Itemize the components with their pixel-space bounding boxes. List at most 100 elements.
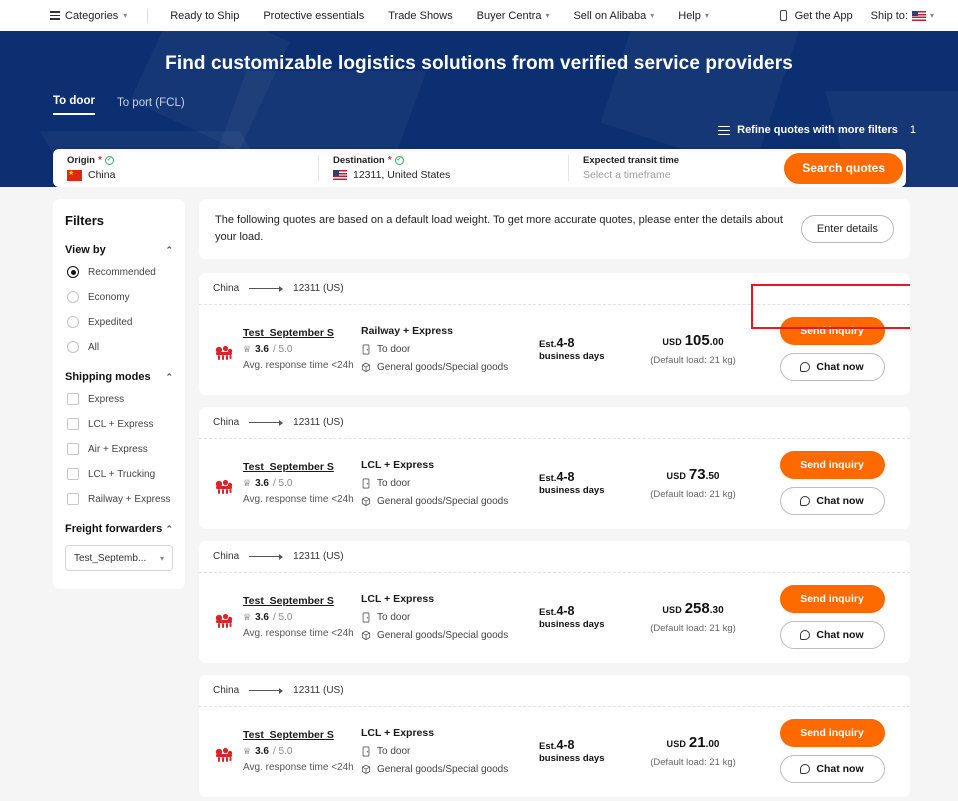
nav-item-trade-shows[interactable]: Trade Shows	[376, 10, 464, 22]
supplier-name-link[interactable]: Test_September S	[243, 327, 354, 339]
get-the-app-button[interactable]: Get the App	[779, 10, 853, 22]
ship-to-selector[interactable]: Ship to: ▾	[871, 10, 934, 22]
filter-option-air-express[interactable]: Air + Express	[67, 443, 173, 455]
send-inquiry-button[interactable]: Send inquiry	[779, 585, 885, 614]
nav-item-protective-essentials[interactable]: Protective essentials	[251, 10, 376, 22]
delivery-type-label: To door	[377, 612, 411, 624]
filter-option-lcl-express[interactable]: LCL + Express	[67, 418, 173, 430]
chat-now-button[interactable]: Chat now	[779, 487, 885, 516]
chat-now-button[interactable]: Chat now	[779, 621, 885, 650]
refine-quotes-button[interactable]: Refine quotes with more filters 1	[718, 123, 916, 138]
us-flag-icon	[333, 170, 347, 180]
quote-search-bar: Origin * ✓ China Destination * ✓ 12311, …	[53, 149, 906, 187]
send-inquiry-button[interactable]: Send inquiry	[779, 719, 885, 748]
tab-label: To port (FCL)	[116, 97, 185, 109]
tab-to-port-fcl[interactable]: To port (FCL)	[117, 97, 185, 115]
checkbox-icon	[67, 493, 79, 505]
chat-now-button[interactable]: Chat now	[779, 353, 885, 382]
destination-field[interactable]: Destination * ✓ 12311, United States	[318, 155, 568, 181]
transit-days: 4-8	[556, 470, 575, 485]
supplier-name-link[interactable]: Test_September S	[243, 595, 354, 607]
actions-column: Send inquiry Chat now	[768, 585, 896, 650]
chat-now-button[interactable]: Chat now	[779, 755, 885, 784]
rating-max: / 5.0	[272, 746, 293, 758]
filters-sidebar: Filters View by ⌃ Recommended Economy Ex…	[53, 199, 185, 589]
supplier-name-link[interactable]: Test_September S	[243, 461, 354, 473]
filter-option-recommended[interactable]: Recommended	[67, 266, 173, 278]
filter-sliders-icon	[718, 123, 731, 138]
delivery-type-label: To door	[377, 746, 411, 758]
send-inquiry-button[interactable]: Send inquiry	[779, 451, 885, 480]
filter-option-expedited[interactable]: Expedited	[67, 316, 173, 328]
nav-item-sell-on-alibaba[interactable]: Sell on Alibaba ▾	[561, 10, 666, 22]
crown-icon: ♕	[243, 344, 252, 355]
chat-bubble-icon	[800, 630, 811, 641]
supplier-name-link[interactable]: Test_September S	[243, 729, 354, 741]
transit-time-field[interactable]: Expected transit time Select a timeframe	[568, 155, 784, 181]
door-icon	[362, 344, 370, 355]
top-nav-right-group: Get the App Ship to: ▾	[779, 10, 944, 22]
goods-type-row: General goods/Special goods	[361, 764, 529, 775]
route-arrow-icon	[249, 553, 284, 560]
rating-max: / 5.0	[272, 612, 293, 624]
supplier-info: Test_September S ♕ 3.6 / 5.0 Avg. respon…	[243, 729, 354, 773]
transit-time-column: Est.4-8 business days	[529, 604, 618, 630]
nav-item-ready-to-ship[interactable]: Ready to Ship	[158, 10, 251, 22]
quote-card: China 12311 (US) Test_September S ♕ 3.6 …	[199, 273, 910, 396]
transit-prefix: Est.	[539, 473, 557, 485]
quote-card: China 12311 (US) Test_September S ♕ 3.6 …	[199, 541, 910, 664]
supplier-column: Test_September S ♕ 3.6 / 5.0 Avg. respon…	[213, 595, 361, 639]
transit-suffix: business days	[539, 485, 605, 497]
filter-group-header[interactable]: View by ⌃	[65, 244, 173, 256]
origin-value: China	[88, 169, 116, 181]
nav-item-help[interactable]: Help ▾	[666, 10, 721, 22]
transit-label: Expected transit time	[583, 155, 680, 166]
filter-group-header[interactable]: Freight forwarders ⌃	[65, 523, 173, 535]
enter-details-button[interactable]: Enter details	[800, 215, 894, 244]
delivery-type-row: To door	[361, 612, 529, 623]
transit-time-column: Est.4-8 business days	[529, 738, 618, 764]
freight-forwarder-value: Test_Septemb...	[74, 552, 147, 564]
filter-option-railway-express[interactable]: Railway + Express	[67, 493, 173, 505]
required-asterisk: *	[387, 155, 392, 166]
tab-to-door[interactable]: To door	[53, 95, 95, 115]
quote-card-body: Test_September S ♕ 3.6 / 5.0 Avg. respon…	[199, 707, 910, 797]
route-arrow-icon	[249, 687, 284, 694]
chevron-down-icon: ▾	[123, 11, 128, 20]
chevron-down-icon: ▾	[545, 11, 550, 20]
chat-now-label: Chat now	[816, 763, 864, 776]
origin-field[interactable]: Origin * ✓ China	[53, 155, 318, 181]
quote-card: China 12311 (US) Test_September S ♕ 3.6 …	[199, 407, 910, 530]
default-load-label: (Default load: 21 kg)	[650, 355, 736, 367]
currency-label: USD	[666, 471, 687, 482]
rating-max: / 5.0	[272, 478, 293, 490]
goods-box-icon	[361, 496, 371, 507]
actions-column: Send inquiry Chat now	[768, 317, 896, 382]
transit-prefix: Est.	[539, 339, 557, 351]
us-flag-icon	[911, 10, 926, 21]
shipping-mode-column: Railway + Express To door General goods/…	[361, 325, 529, 373]
nav-item-buyer-central[interactable]: Buyer Centra ▾	[465, 10, 562, 22]
nav-categories-button[interactable]: Categories ▾	[14, 9, 137, 22]
transit-days: 4-8	[556, 336, 575, 351]
supplier-column: Test_September S ♕ 3.6 / 5.0 Avg. respon…	[213, 461, 361, 505]
filter-option-all[interactable]: All	[67, 341, 173, 353]
search-quotes-button[interactable]: Search quotes	[784, 152, 903, 184]
rating-value: 3.6	[255, 612, 269, 624]
filter-option-lcl-trucking[interactable]: LCL + Trucking	[67, 468, 173, 480]
filter-option-economy[interactable]: Economy	[67, 291, 173, 303]
send-inquiry-button[interactable]: Send inquiry	[779, 317, 885, 346]
shipping-mode-column: LCL + Express To door General goods/Spec…	[361, 593, 529, 641]
filter-option-express[interactable]: Express	[67, 393, 173, 405]
quote-card-body: Test_September S ♕ 3.6 / 5.0 Avg. respon…	[199, 573, 910, 663]
freight-forwarder-select[interactable]: Test_Septemb... ▾	[65, 545, 173, 571]
door-icon	[362, 612, 370, 623]
china-flag-icon	[67, 168, 82, 181]
quote-card-body: Test_September S ♕ 3.6 / 5.0 Avg. respon…	[199, 284, 910, 395]
currency-label: USD	[662, 337, 682, 348]
goods-type-label: General goods/Special goods	[377, 362, 509, 374]
filter-group-header[interactable]: Shipping modes ⌃	[65, 371, 173, 383]
route-arrow-icon	[249, 419, 284, 426]
checkbox-icon	[67, 443, 79, 455]
price-row: USD 73.50	[618, 466, 768, 483]
